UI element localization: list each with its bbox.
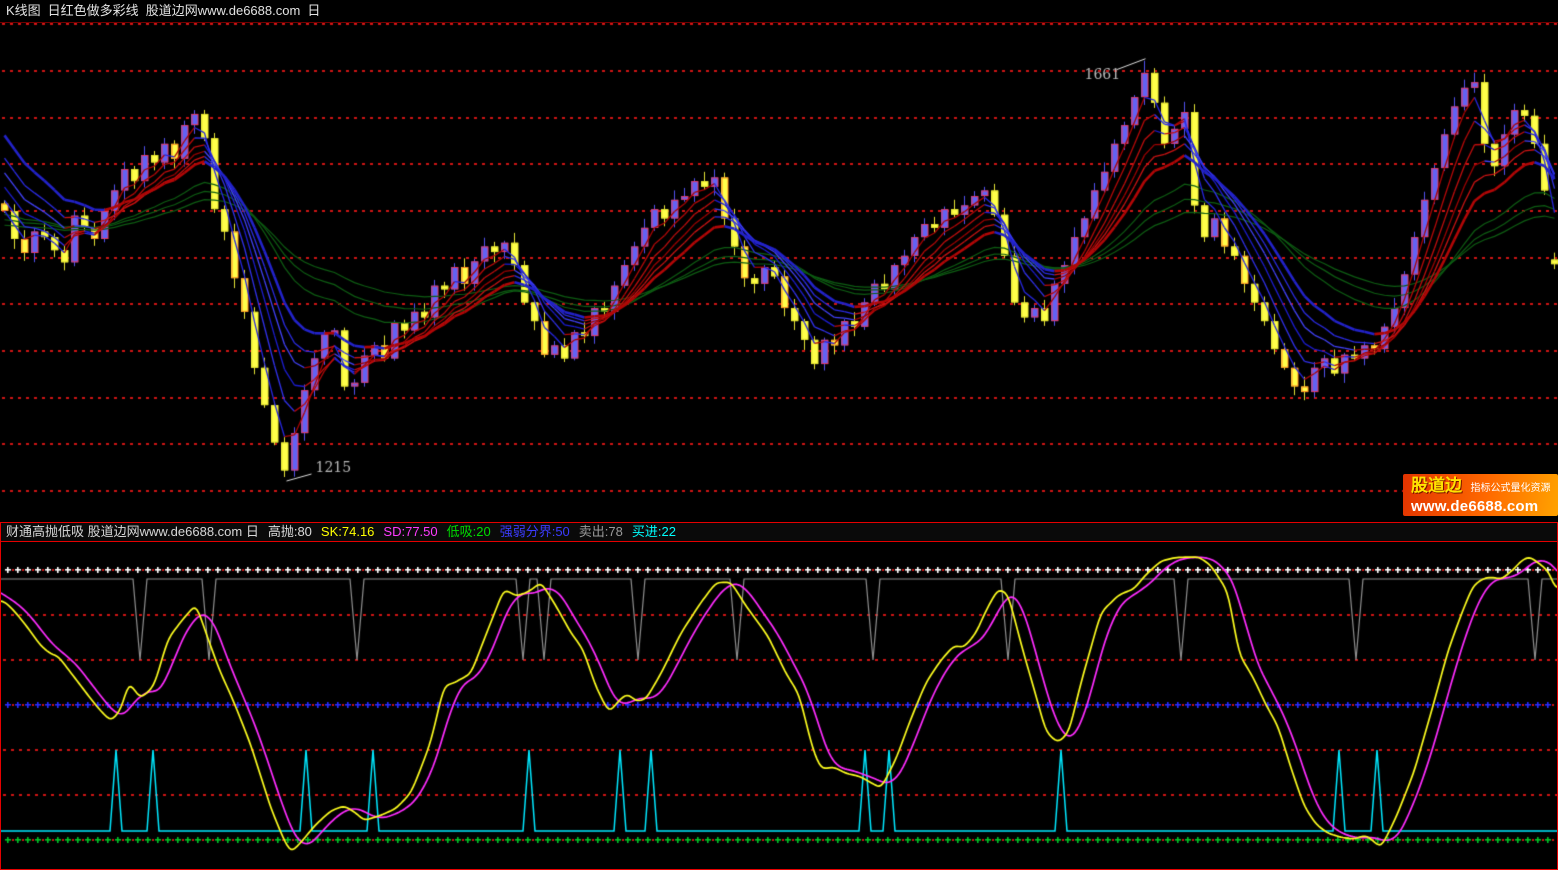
indicator-value: 高抛:80 <box>268 524 312 539</box>
indicator-chart-canvas[interactable] <box>1 542 1557 869</box>
indicator-value: 强弱分界:50 <box>500 524 570 539</box>
window-title-bar: K线图日红色做多彩线股道边网www.de6688.com 日 <box>0 0 1558 23</box>
indicator-title: 财通高抛低吸 股道边网www.de6688.com 日 <box>6 524 259 539</box>
indicator-value: 低吸:20 <box>447 524 491 539</box>
title-period: 日 <box>307 3 320 18</box>
logo-tagline-text: 指标公式量化资源 <box>1470 483 1550 494</box>
indicator-value: 买进:22 <box>632 524 676 539</box>
title-period-style: 日红色做多彩线 <box>48 3 139 18</box>
kline-chart-canvas[interactable] <box>0 23 1558 522</box>
indicator-panel: 财通高抛低吸 股道边网www.de6688.com 日高抛:80 SK:74.16… <box>0 522 1558 870</box>
de6688-logo[interactable]: 股道边 指标公式量化资源 www.de6688.com <box>1403 474 1558 516</box>
app-window: K线图日红色做多彩线股道边网www.de6688.com 日 股道边 指标公式量化… <box>0 0 1558 870</box>
logo-brand-text: 股道边 <box>1411 476 1462 495</box>
logo-row: 股道边 指标公式量化资源 <box>1411 476 1558 498</box>
title-brand-url: 股道边网www.de6688.com <box>146 3 301 18</box>
title-chart-type: K线图 <box>6 3 41 18</box>
indicator-value: SD:77.50 <box>383 524 437 539</box>
kline-panel: 股道边 指标公式量化资源 www.de6688.com <box>0 23 1558 522</box>
indicator-values: 高抛:80 SK:74.16 SD:77.50 低吸:20 强弱分界:50 卖出:78 买进… <box>259 524 676 539</box>
indicator-value: 卖出:78 <box>579 524 623 539</box>
indicator-value: SK:74.16 <box>321 524 375 539</box>
indicator-header: 财通高抛低吸 股道边网www.de6688.com 日高抛:80 SK:74.16… <box>1 523 1557 542</box>
logo-url-text: www.de6688.com <box>1411 498 1558 515</box>
